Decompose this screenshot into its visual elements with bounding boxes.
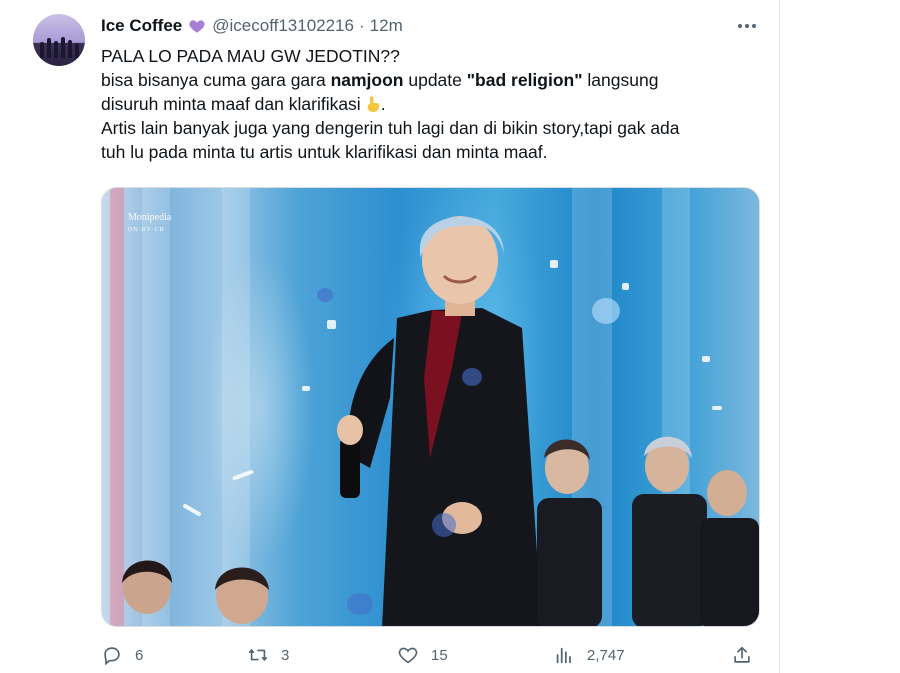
- separator: ·: [358, 16, 365, 35]
- confetti: [302, 386, 310, 391]
- avatar-figure: [61, 37, 65, 58]
- like-count: 15: [431, 646, 448, 664]
- tweet-line: disuruh minta maaf dan klarifikasi.: [101, 94, 386, 114]
- timeline-border: [779, 0, 780, 673]
- view-count: 2,747: [587, 646, 625, 664]
- avatar-figure: [47, 38, 51, 58]
- avatar[interactable]: [33, 14, 85, 66]
- confetti: [712, 406, 722, 410]
- handle[interactable]: @icecoff13102216: [212, 16, 354, 36]
- reply-button[interactable]: 6: [101, 640, 143, 670]
- timestamp[interactable]: 12m: [370, 16, 403, 36]
- avatar-figure: [68, 40, 72, 58]
- views-icon: [556, 647, 571, 664]
- confetti: [432, 513, 456, 537]
- like-button[interactable]: 15: [397, 640, 448, 670]
- confetti: [347, 593, 373, 615]
- tweet-media-photo[interactable]: Monipedia ON·RY·CB: [101, 187, 760, 627]
- bold-name: namjoon: [330, 70, 404, 90]
- purple-heart-icon: [189, 20, 205, 33]
- confetti: [462, 368, 482, 386]
- avatar-figure: [75, 43, 79, 58]
- like-icon: [398, 647, 418, 664]
- share-icon: [734, 646, 750, 663]
- tweet-line: bisa bisanya cuma gara gara namjoon upda…: [101, 70, 659, 90]
- retweet-icon: [248, 649, 268, 661]
- confetti: [592, 298, 620, 324]
- action-bar: 6 3 15 2,747: [101, 640, 761, 670]
- confetti: [702, 356, 710, 362]
- confetti: [317, 288, 333, 302]
- photo-watermark: Monipedia ON·RY·CB: [128, 212, 172, 233]
- avatar-figure: [40, 42, 44, 58]
- more-icon[interactable]: [736, 14, 758, 38]
- confetti: [550, 260, 558, 268]
- share-button[interactable]: [731, 640, 765, 670]
- views-button[interactable]: 2,747: [553, 640, 625, 670]
- tweet-line: tuh lu pada minta tu artis untuk klarifi…: [101, 142, 548, 162]
- background-people: [537, 436, 759, 626]
- foreground-crowd: [122, 560, 269, 624]
- avatar-figure: [54, 41, 58, 58]
- reply-icon: [104, 647, 120, 666]
- reply-count: 6: [135, 646, 144, 664]
- tweet-line: Artis lain banyak juga yang dengerin tuh…: [101, 118, 680, 138]
- bold-song: "bad religion": [466, 70, 583, 90]
- tweet-line: PALA LO PADA MAU GW JEDOTIN??: [101, 46, 400, 66]
- retweet-count: 3: [281, 646, 290, 664]
- point-up-hand-icon: [367, 96, 379, 112]
- confetti: [327, 320, 336, 329]
- confetti: [622, 283, 629, 290]
- display-name[interactable]: Ice Coffee: [101, 16, 182, 36]
- tweet-header: Ice Coffee @icecoff13102216 · 12m: [101, 14, 403, 38]
- confetti: [182, 503, 202, 517]
- tweet-text: PALA LO PADA MAU GW JEDOTIN?? bisa bisan…: [101, 44, 741, 164]
- retweet-button[interactable]: 3: [247, 640, 289, 670]
